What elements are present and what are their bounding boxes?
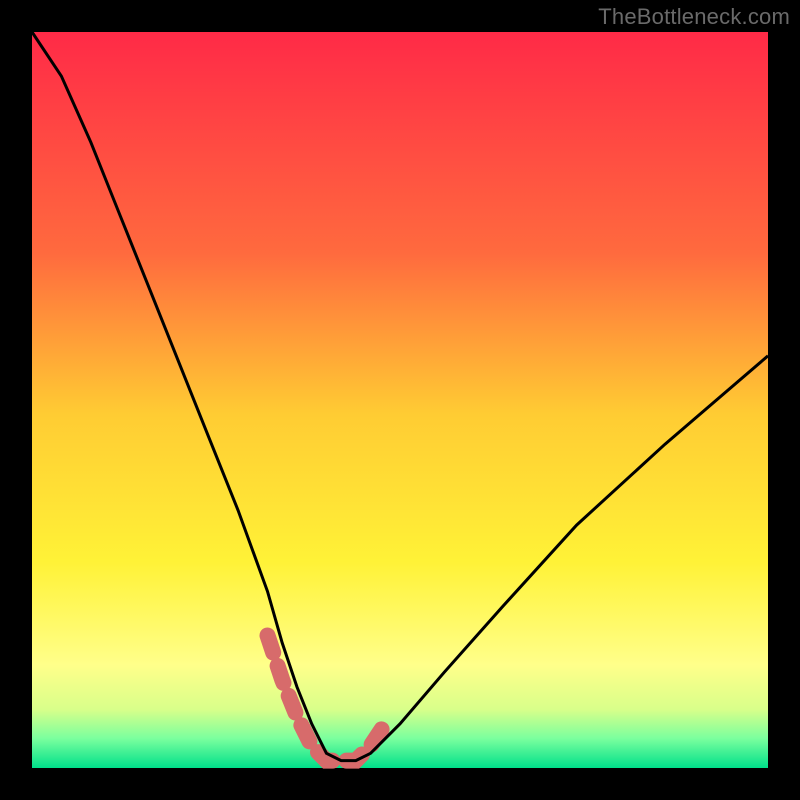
bottleneck-chart [0, 0, 800, 800]
watermark-label: TheBottleneck.com [598, 4, 790, 30]
plot-background [32, 32, 768, 768]
chart-frame: TheBottleneck.com [0, 0, 800, 800]
